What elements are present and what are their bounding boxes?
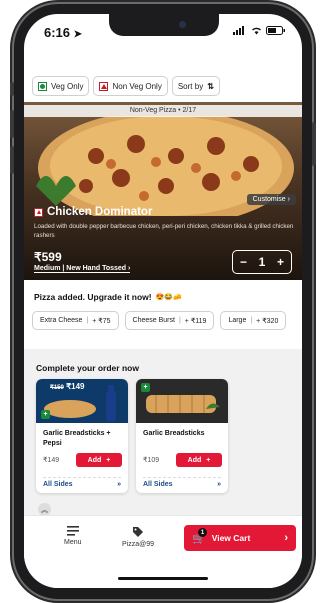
nav-menu-label: Menu (64, 539, 82, 546)
nonveg-only-filter[interactable]: Non Veg Only (93, 76, 168, 96)
increase-quantity-button[interactable]: + (277, 255, 284, 269)
home-indicator (118, 577, 208, 580)
customise-label: Customise (252, 196, 286, 203)
nav-menu[interactable]: Menu (64, 526, 82, 546)
complete-order-section: Complete your order now ₹159 ₹149 + Garl… (24, 349, 302, 516)
pizza-name: Chicken Dominator (47, 206, 153, 218)
size-crust-selector[interactable]: Medium | New Hand Tossed › (34, 265, 131, 273)
addon-card[interactable]: + Garlic Breadsticks ₹109 Add + All Side… (136, 379, 228, 493)
nav-pizza99[interactable]: Pizza@99 (122, 526, 154, 548)
addon-price: ₹109 (143, 457, 160, 464)
add-button[interactable]: Add + (176, 453, 222, 467)
phone-volume-up-button (10, 110, 14, 138)
status-icons (233, 26, 286, 35)
pizza-title: Chicken Dominator (34, 206, 152, 218)
complete-order-title: Complete your order now (36, 363, 139, 373)
location-arrow-icon: ➤ (73, 29, 83, 40)
all-sides-link[interactable]: All Sides » (143, 477, 221, 488)
notch (109, 14, 219, 36)
upgrade-price: + ₹119 (184, 317, 207, 325)
front-camera (179, 21, 186, 28)
size-crust-label: Medium | New Hand Tossed (34, 265, 127, 272)
chevron-double-up-icon: ︽ (41, 506, 48, 514)
app-screen: 6:16 ➤ Veg Only Non Veg Only Sort by ⇅ N… (24, 14, 302, 588)
quantity-value: 1 (258, 255, 266, 269)
all-sides-label: All Sides (43, 481, 73, 488)
nonveg-only-label: Non Veg Only (112, 81, 162, 91)
upgrade-options: Extra Cheese | + ₹75 Cheese Burst | + ₹119… (32, 311, 287, 330)
addon-card[interactable]: ₹159 ₹149 + Garlic Breadsticks + Pepsi ₹… (36, 379, 128, 493)
upgrade-title: Pizza added. Upgrade it now! 😍😂🧀 (34, 292, 182, 302)
sort-label: Sort by (177, 81, 204, 91)
chevron-right-icon: › (284, 532, 288, 544)
upgrade-title-text: Pizza added. Upgrade it now! (34, 292, 152, 302)
add-label: Add (187, 456, 202, 464)
tag-icon (133, 527, 143, 537)
veg-badge-icon: + (41, 410, 50, 419)
nav-pizza99-label: Pizza@99 (122, 541, 155, 548)
upgrade-name: Large (228, 317, 247, 324)
veg-only-label: Veg Only (51, 81, 84, 91)
chevron-double-down-icon: » (117, 481, 121, 488)
upgrade-emoji: 😍😂🧀 (155, 294, 182, 301)
pizza-hero-card[interactable]: Non-Veg Pizza • 2/17 Customise › Chicken… (24, 102, 302, 280)
sort-button[interactable]: Sort by ⇅ (171, 76, 220, 96)
upgrade-large[interactable]: Large | + ₹320 (220, 311, 287, 330)
quantity-stepper: − 1 + (232, 250, 292, 274)
all-sides-label: All Sides (143, 481, 173, 488)
customise-button[interactable]: Customise › (246, 194, 296, 205)
veg-only-filter[interactable]: Veg Only (32, 76, 90, 96)
addon-name: Garlic Breadsticks (143, 430, 205, 437)
add-label: Add (87, 456, 102, 464)
garlic-breadsticks-image: + (136, 379, 228, 423)
wifi-icon (252, 27, 261, 35)
nonveg-icon (99, 81, 109, 91)
pizza-price: ₹599 (34, 250, 62, 264)
upgrade-price: + ₹75 (92, 317, 111, 325)
phone-side-button (10, 82, 14, 96)
addon-price: ₹149 (43, 457, 60, 464)
signal-icon (233, 26, 244, 35)
upgrade-cheese-burst[interactable]: Cheese Burst | + ₹119 (124, 311, 215, 330)
sort-icon: ⇅ (207, 81, 214, 91)
upgrade-name: Extra Cheese (40, 317, 83, 324)
plus-icon: + (106, 456, 111, 464)
old-price: ₹159 (50, 385, 64, 391)
deal-price: ₹149 (66, 382, 85, 391)
view-cart-label: View Cart (211, 533, 251, 543)
cart-count-badge: 1 (198, 528, 207, 537)
veg-icon (38, 81, 47, 91)
all-sides-link[interactable]: All Sides » (43, 477, 121, 488)
chevron-right-icon: › (128, 265, 131, 272)
pizza-description: Loaded with double pepper barbecue chick… (34, 223, 294, 239)
bottom-nav: Menu Pizza@99 🛒 1 View Cart › (24, 515, 302, 588)
phone-power-button (312, 122, 316, 166)
veg-badge-icon: + (141, 383, 150, 392)
add-button[interactable]: Add + (76, 453, 122, 467)
view-cart-button[interactable]: 🛒 1 View Cart › (184, 525, 296, 551)
upgrade-name: Cheese Burst (132, 317, 175, 324)
garlic-breadsticks-pepsi-image: ₹159 ₹149 + (36, 379, 128, 423)
pizza-category-ribbon: Non-Veg Pizza • 2/17 (24, 105, 302, 117)
phone-volume-down-button (10, 146, 14, 174)
nonveg-badge-icon (34, 207, 43, 217)
chevron-double-down-icon: » (217, 481, 221, 488)
filter-bar: Veg Only Non Veg Only Sort by ⇅ (32, 76, 220, 96)
upgrade-price: + ₹320 (256, 317, 279, 325)
plus-icon: + (206, 456, 211, 464)
decrease-quantity-button[interactable]: − (240, 255, 247, 269)
addon-name: Garlic Breadsticks + Pepsi (43, 430, 111, 447)
status-time-label: 6:16 (44, 25, 71, 40)
chevron-right-icon: › (287, 196, 290, 203)
upgrade-extra-cheese[interactable]: Extra Cheese | + ₹75 (32, 311, 119, 330)
battery-icon (266, 26, 285, 35)
hamburger-menu-icon (66, 526, 79, 536)
status-time: 6:16 ➤ (44, 25, 82, 40)
